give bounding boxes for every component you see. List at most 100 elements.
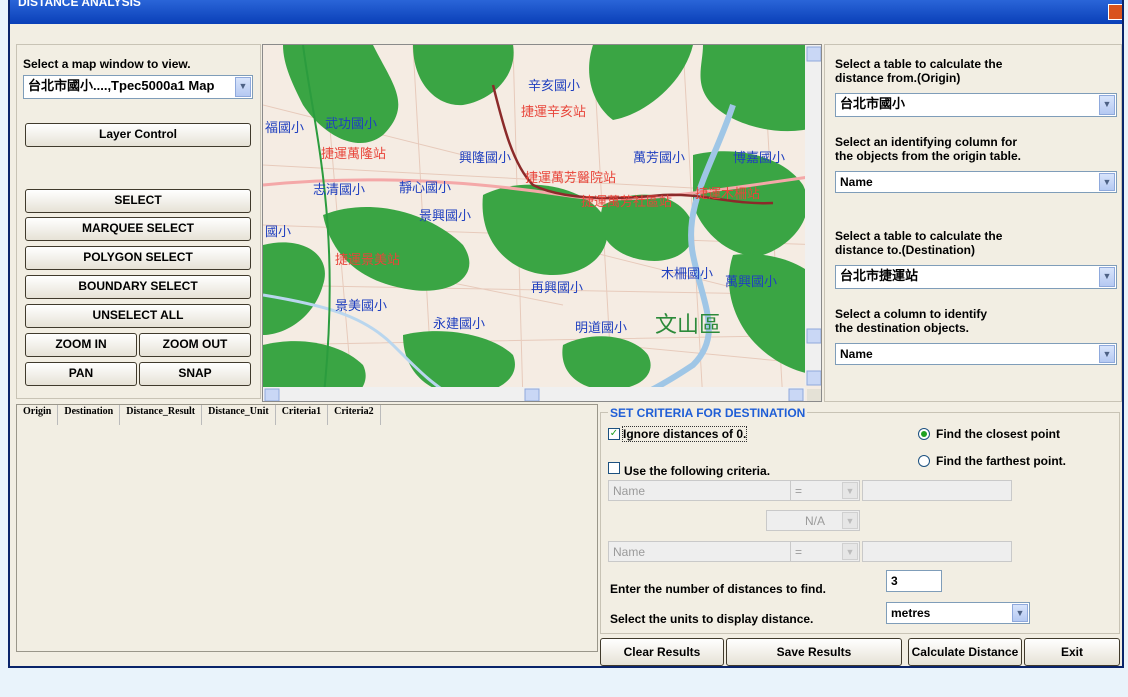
- results-grid[interactable]: Origin Destination Distance_Result Dista…: [16, 404, 598, 652]
- origin-column-label: Select an identifying column for: [835, 135, 1018, 149]
- dest-table-select[interactable]: 台北市捷運站 ▼: [835, 265, 1117, 289]
- criteria1-field-value: Name: [613, 484, 646, 498]
- clear-results-button[interactable]: Clear Results: [600, 638, 724, 666]
- zoom-out-button[interactable]: ZOOM OUT: [139, 333, 251, 357]
- column-header[interactable]: Distance_Unit: [202, 405, 276, 425]
- close-icon[interactable]: [1108, 4, 1122, 20]
- window-title: DISTANCE ANALYSIS: [18, 0, 141, 9]
- dest-table-value: 台北市捷運站: [840, 268, 919, 283]
- map-label-school: 靜心國小: [399, 181, 452, 196]
- map-label-school: 景美國小: [335, 299, 388, 314]
- column-header[interactable]: Origin: [17, 405, 59, 425]
- dest-table-label-2: distance to.(Destination): [835, 243, 976, 257]
- map-label-fragment: 福國小: [265, 121, 305, 136]
- criteria-group: [600, 412, 1120, 634]
- map-label-fragment: 國小: [265, 225, 292, 240]
- map-label-school: 萬興國小: [725, 275, 778, 290]
- results-header: Origin Destination Distance_Result Dista…: [17, 405, 381, 425]
- map-label-station: 捷運萬隆站: [321, 147, 387, 162]
- polygon-select-button[interactable]: POLYGON SELECT: [25, 246, 251, 270]
- units-select[interactable]: metres ▼: [886, 602, 1030, 624]
- map-label-school: 明道國小: [575, 321, 628, 336]
- origin-table-value: 台北市國小: [840, 96, 906, 111]
- dest-column-value: Name: [840, 347, 873, 361]
- criteria2-operator-select[interactable]: = ▼: [790, 541, 860, 562]
- map-label-school: 興隆國小: [459, 151, 512, 166]
- use-criteria-checkbox[interactable]: [608, 462, 620, 474]
- map-window-value: 台北市國小....,Tpec5000a1 Map: [28, 78, 215, 93]
- dest-column-select[interactable]: Name ▼: [835, 343, 1117, 365]
- map-window-label: Select a map window to view.: [23, 57, 191, 71]
- map-window-select[interactable]: 台北市國小....,Tpec5000a1 Map ▼: [23, 75, 253, 99]
- origin-table-label: Select a table to calculate the: [835, 57, 1003, 71]
- criteria-title: SET CRITERIA FOR DESTINATION: [608, 406, 808, 420]
- find-closest-radio[interactable]: [918, 428, 930, 440]
- dest-table-label: Select a table to calculate the: [835, 229, 1003, 243]
- column-header[interactable]: Destination: [58, 405, 121, 425]
- marquee-select-button[interactable]: MARQUEE SELECT: [25, 217, 251, 241]
- layer-control-button[interactable]: Layer Control: [25, 123, 251, 147]
- column-header[interactable]: Criteria1: [276, 405, 329, 425]
- map-label-school: 永建國小: [433, 317, 486, 332]
- ignore-zero-label[interactable]: Ignore distances of 0.: [621, 426, 748, 442]
- criteria2-value-input[interactable]: [862, 541, 1012, 562]
- save-results-button[interactable]: Save Results: [726, 638, 902, 666]
- map-label-school: 武功國小: [325, 117, 378, 132]
- origin-column-select[interactable]: Name ▼: [835, 171, 1117, 193]
- criteria-logic-value: N/A: [804, 514, 825, 528]
- map-label-school: 博嘉國小: [733, 151, 786, 166]
- map-label-school: 木柵國小: [661, 267, 714, 282]
- column-header[interactable]: Distance_Result: [120, 405, 203, 425]
- map-label-station: 捷運木柵站: [695, 187, 761, 202]
- chevron-down-icon[interactable]: ▼: [842, 512, 858, 529]
- map-label-station: 捷運萬芳社區站: [581, 195, 673, 210]
- find-farthest-radio[interactable]: [918, 455, 930, 467]
- origin-table-select[interactable]: 台北市國小 ▼: [835, 93, 1117, 117]
- calculate-distance-button[interactable]: Calculate Distance: [908, 638, 1022, 666]
- chevron-down-icon[interactable]: ▼: [1012, 604, 1028, 622]
- chevron-down-icon[interactable]: ▼: [842, 543, 858, 560]
- boundary-select-button[interactable]: BOUNDARY SELECT: [25, 275, 251, 299]
- units-label: Select the units to display distance.: [610, 612, 814, 626]
- select-button[interactable]: SELECT: [25, 189, 251, 213]
- use-criteria-label[interactable]: Use the following criteria.: [624, 464, 770, 478]
- criteria1-field-select[interactable]: Name ▼: [608, 480, 808, 501]
- ignore-zero-checkbox[interactable]: ✓: [608, 428, 620, 440]
- chevron-down-icon[interactable]: ▼: [235, 77, 251, 97]
- criteria1-operator-select[interactable]: = ▼: [790, 480, 860, 501]
- map-label-station: 捷運萬芳醫院站: [525, 171, 617, 186]
- map-canvas: [263, 45, 821, 401]
- criteria1-operator-value: =: [795, 484, 803, 498]
- num-distances-label: Enter the number of distances to find.: [610, 582, 827, 596]
- tools-panel: Select a map window to view. 台北市國小....,T…: [16, 44, 261, 399]
- exit-button[interactable]: Exit: [1024, 638, 1120, 666]
- snap-button[interactable]: SNAP: [139, 362, 251, 386]
- num-distances-input[interactable]: 3: [886, 570, 942, 592]
- chevron-down-icon[interactable]: ▼: [1099, 173, 1115, 191]
- chevron-down-icon[interactable]: ▼: [1099, 267, 1115, 287]
- origin-column-value: Name: [840, 175, 873, 189]
- map-label-station: 捷運辛亥站: [521, 105, 587, 120]
- map-label-school: 萬芳國小: [633, 151, 686, 166]
- find-closest-label[interactable]: Find the closest point: [936, 427, 1060, 441]
- chevron-down-icon[interactable]: ▼: [1099, 345, 1115, 363]
- units-value: metres: [891, 606, 931, 620]
- pan-button[interactable]: PAN: [25, 362, 137, 386]
- map-label-school: 景興國小: [419, 209, 472, 224]
- column-header[interactable]: Criteria2: [328, 405, 381, 425]
- map-label-school: 辛亥國小: [528, 79, 581, 94]
- chevron-down-icon[interactable]: ▼: [1099, 95, 1115, 115]
- zoom-in-button[interactable]: ZOOM IN: [25, 333, 137, 357]
- find-farthest-label[interactable]: Find the farthest point.: [936, 454, 1066, 468]
- map-label-station: 捷運景美站: [335, 253, 401, 268]
- criteria1-value-input[interactable]: [862, 480, 1012, 501]
- origin-column-label-2: the objects from the origin table.: [835, 149, 1022, 163]
- criteria2-operator-value: =: [795, 545, 803, 559]
- criteria2-field-select[interactable]: Name ▼: [608, 541, 808, 562]
- chevron-down-icon[interactable]: ▼: [842, 482, 858, 499]
- map-label-school: 志清國小: [313, 183, 366, 198]
- map-view[interactable]: 辛亥國小 福國小 武功國小 興隆國小 萬芳國小 博嘉國小 志清國小 靜心國小 景…: [262, 44, 822, 402]
- unselect-all-button[interactable]: UNSELECT ALL: [25, 304, 251, 328]
- criteria-logic-select[interactable]: N/A ▼: [766, 510, 860, 531]
- title-bar: DISTANCE ANALYSIS: [10, 0, 1122, 24]
